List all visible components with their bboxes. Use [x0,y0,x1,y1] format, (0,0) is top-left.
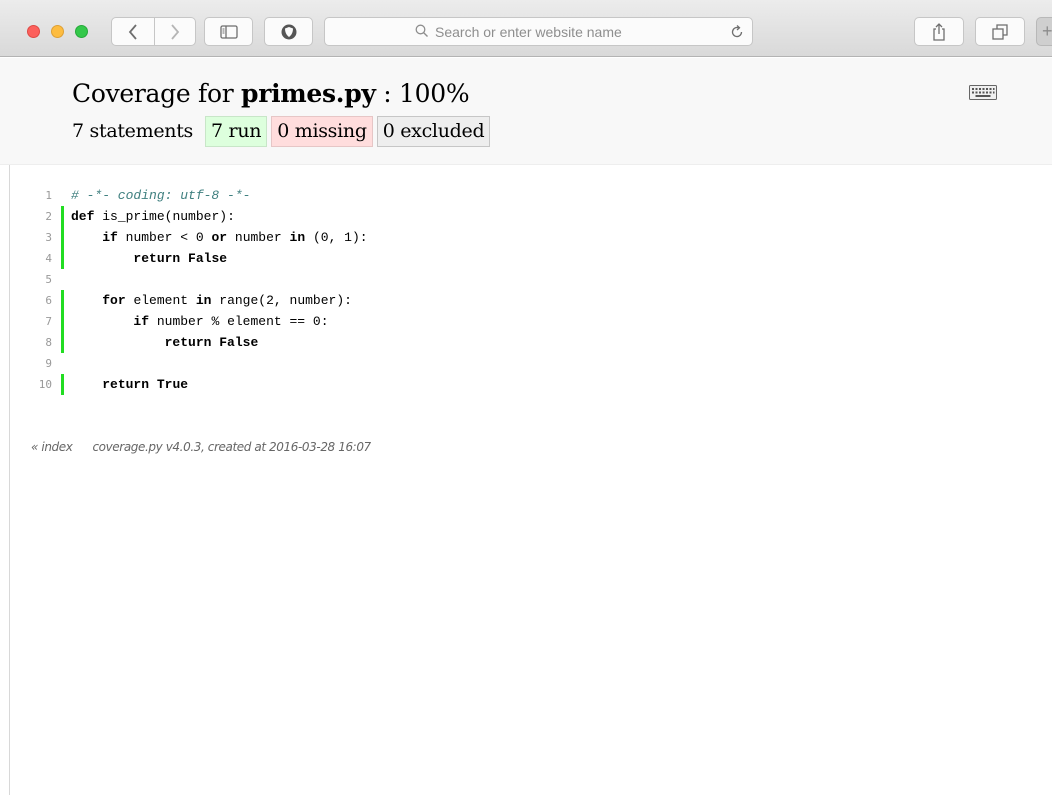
sidebar-icon [219,24,238,39]
line-number[interactable]: 2 [0,206,54,227]
index-link[interactable]: « index [31,440,73,454]
keyword-token: in [289,230,306,245]
source-code: def is_prime(number): [71,209,235,224]
created-info: coverage.py v4.0.3, created at 2016-03-2… [92,440,371,454]
line-number[interactable]: 10 [0,374,54,395]
source-code: return False [71,248,227,269]
source-line: 7 if number % element == 0: [0,311,1052,332]
line-number[interactable]: 9 [0,353,54,374]
keyword-token: return [164,335,212,350]
keyword-token: return [133,251,181,266]
source-line: 1 # -*- coding: utf-8 -*- [0,185,1052,206]
missing-toggle[interactable]: 0 missing [271,115,373,147]
source-code: # -*- coding: utf-8 -*- [71,185,250,206]
coverage-marker [61,206,64,227]
keyword-token: if [102,230,118,245]
source-listing: 1 # -*- coding: utf-8 -*- 2 def is_prime… [0,185,1052,395]
source-code: for element in range(2, number): [102,293,352,308]
source-line: 4 return False [0,248,1052,269]
zoom-window-button[interactable] [75,25,88,38]
show-sidebar-button[interactable] [204,17,253,46]
run-toggle[interactable]: 7 run [205,115,268,147]
line-number[interactable]: 6 [0,290,54,311]
coverage-stats: 7 statements 7 run 0 missing 0 excluded [72,115,494,147]
navigation-buttons [111,17,196,46]
page-title: Coverage for primes.py : 100% [72,79,470,108]
chevron-right-icon [171,23,179,40]
statement-count: 7 statements [72,120,194,142]
back-button[interactable] [112,18,154,45]
reload-icon[interactable] [729,24,745,40]
share-icon [933,22,945,41]
source-line: 8 return False [0,332,1052,353]
coverage-percent: : 100% [375,79,470,108]
keyword-token: if [133,314,150,329]
keyboard-icon[interactable] [969,85,997,100]
plus-icon: + [1042,21,1052,41]
source-line: 2 def is_prime(number): [0,206,1052,227]
coverage-marker [61,185,64,206]
keyword-token: or [211,230,228,245]
coverage-header: Coverage for primes.py : 100% 7 statemen… [0,58,1052,165]
keyword-token: in [195,293,212,308]
coverage-marker [61,290,64,311]
minimize-window-button[interactable] [51,25,64,38]
coverage-marker [61,248,64,269]
show-all-tabs-button[interactable] [975,17,1025,46]
keyword-token: False [188,251,228,266]
extension-button[interactable] [264,17,313,46]
source-code: return True [71,374,188,395]
coverage-marker [61,311,64,332]
address-input[interactable] [435,21,715,43]
report-footer: « index coverage.py v4.0.3, created at 20… [31,440,371,454]
line-number[interactable]: 8 [0,332,54,353]
share-button[interactable] [914,17,964,46]
close-window-button[interactable] [27,25,40,38]
source-code: if number < 0 or number in (0, 1): [102,230,368,245]
comment-token: # -*- coding: utf-8 -*- [71,188,251,203]
tabs-icon [992,23,1008,40]
line-number[interactable]: 4 [0,248,54,269]
chevron-left-icon [128,23,137,40]
new-tab-button[interactable]: + [1036,17,1052,46]
source-line: 6 for element in range(2, number): [0,290,1052,311]
source-code: if number % element == 0: [133,314,329,329]
coverage-marker [61,374,64,395]
line-number[interactable]: 3 [0,227,54,248]
coverage-marker [61,269,64,290]
source-line: 10 return True [0,374,1052,395]
source-line: 3 if number < 0 or number in (0, 1): [0,227,1052,248]
source-code: return False [71,332,259,353]
keyword-token: False [219,335,259,350]
coverage-marker [61,227,64,248]
title-prefix: Coverage for [72,79,242,108]
line-number[interactable]: 1 [0,185,54,206]
keyword-token: for [102,293,126,308]
search-icon [415,24,428,37]
keyword-token: True [156,377,189,392]
line-number[interactable]: 5 [0,269,54,290]
excluded-toggle[interactable]: 0 excluded [376,115,491,147]
forward-button[interactable] [153,18,196,45]
keyword-token: def [71,209,95,224]
source-line: 5 [0,269,1052,290]
coverage-marker [61,332,64,353]
shield-icon [281,24,296,39]
line-number[interactable]: 7 [0,311,54,332]
keyword-token: return [102,377,150,392]
file-name: primes.py [241,79,376,108]
browser-toolbar: + [0,0,1052,57]
coverage-marker [61,353,64,374]
source-line: 9 [0,353,1052,374]
address-bar[interactable] [324,17,753,46]
